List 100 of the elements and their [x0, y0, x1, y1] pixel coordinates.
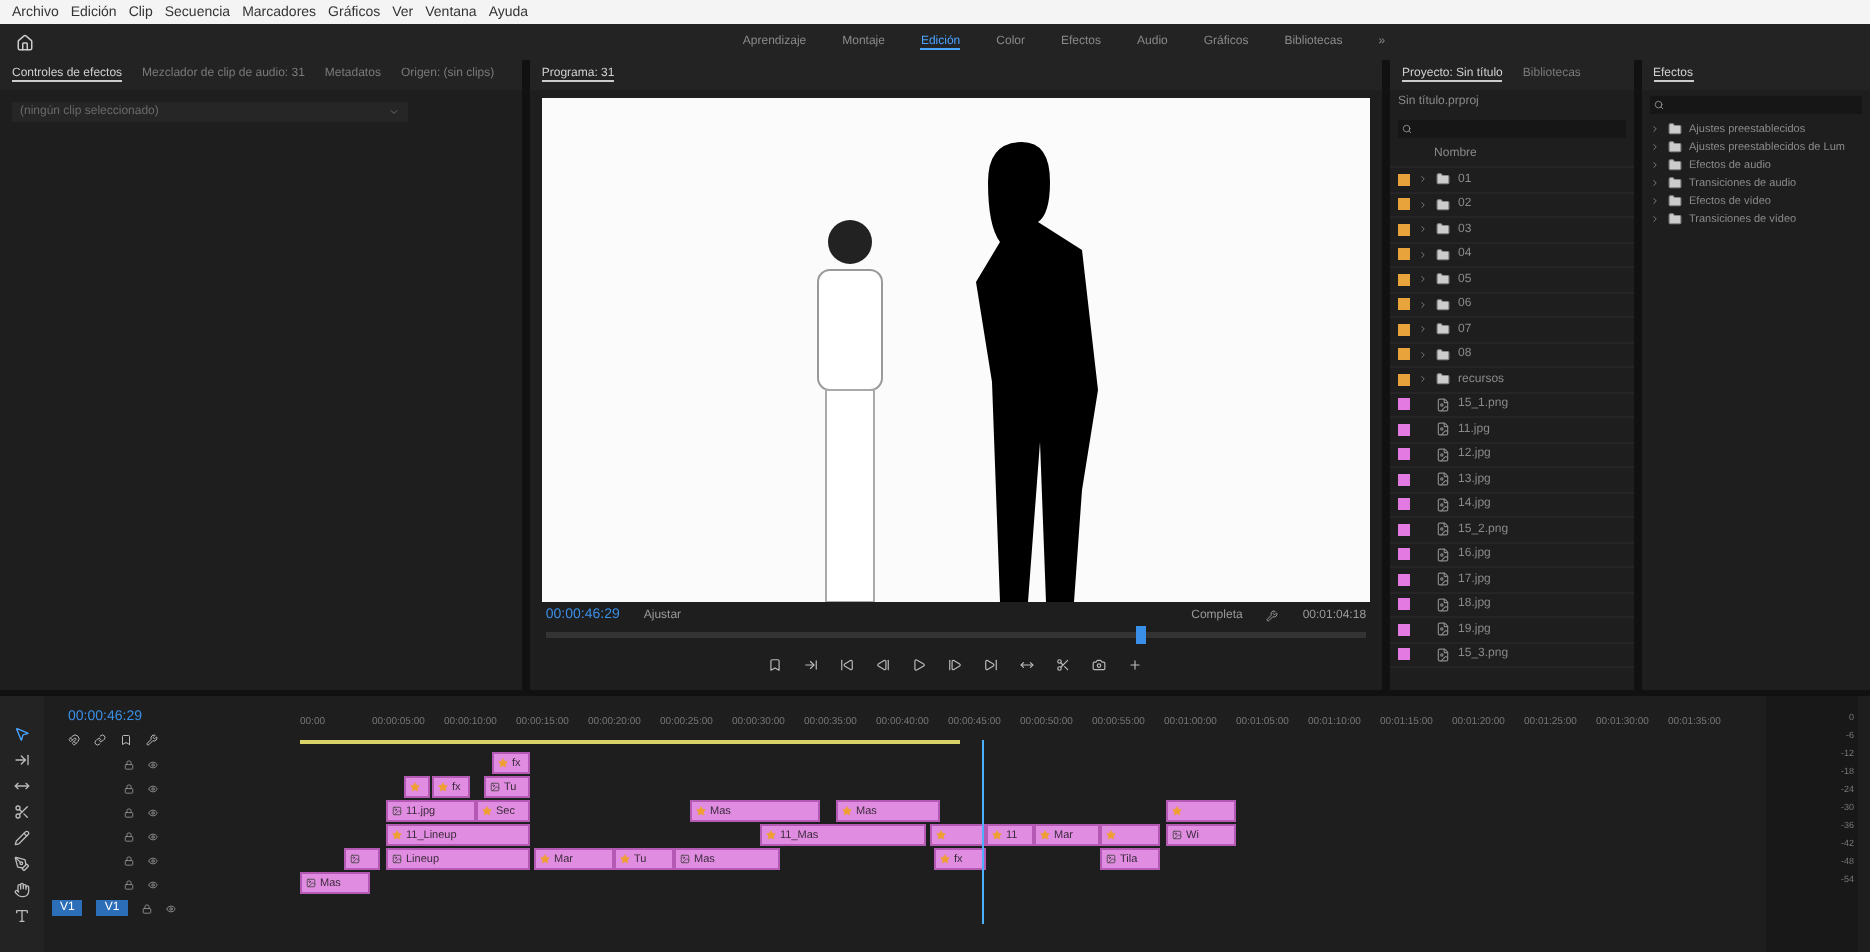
fx-icon — [842, 806, 852, 816]
transport-icon[interactable] — [1056, 658, 1071, 672]
image-file-icon — [1436, 447, 1451, 462]
image-icon — [680, 854, 690, 864]
search-field[interactable] — [1649, 96, 1862, 114]
folder-icon — [1436, 172, 1451, 187]
fx-icon — [438, 782, 448, 792]
chevron-icon[interactable] — [1418, 374, 1429, 385]
chevron-icon[interactable] — [1418, 349, 1429, 360]
image-icon — [490, 782, 500, 792]
image-icon — [350, 854, 360, 864]
transport-icon[interactable] — [768, 658, 783, 672]
chevron-icon[interactable] — [1418, 199, 1429, 210]
folder-icon — [1436, 322, 1451, 337]
folder-icon — [1436, 372, 1451, 387]
transport-icon[interactable] — [1092, 658, 1107, 672]
transport-icon[interactable] — [912, 658, 927, 672]
lock-icon[interactable] — [141, 903, 152, 913]
fx-icon — [1040, 830, 1050, 840]
fx-icon — [1106, 830, 1116, 840]
tool-icon[interactable] — [14, 856, 30, 872]
image-file-icon — [1436, 647, 1451, 662]
lock-icon[interactable] — [124, 879, 134, 889]
image-file-icon — [1436, 597, 1451, 612]
chevron-icon[interactable] — [1418, 324, 1429, 335]
folder-icon — [1436, 247, 1451, 262]
eye-icon[interactable] — [148, 855, 158, 865]
chevron-icon[interactable] — [1418, 299, 1429, 310]
fx-icon — [940, 854, 950, 864]
image-file-icon — [1436, 547, 1451, 562]
lock-icon[interactable] — [124, 855, 134, 865]
fx-icon — [620, 854, 630, 864]
folder-icon — [1667, 122, 1681, 136]
lock-icon[interactable] — [124, 783, 134, 793]
eye-icon[interactable] — [148, 831, 158, 841]
folder-icon — [1436, 222, 1451, 237]
fx-icon — [936, 830, 946, 840]
transport-icon[interactable] — [948, 658, 963, 672]
folder-icon — [1436, 347, 1451, 362]
image-icon — [392, 854, 402, 864]
search-icon — [1402, 123, 1413, 133]
timeline-clip[interactable] — [1100, 824, 1160, 846]
transport-icon[interactable] — [876, 658, 891, 672]
image-file-icon — [1436, 497, 1451, 512]
folder-icon — [1667, 194, 1681, 208]
image-icon — [306, 878, 316, 888]
fx-icon — [540, 854, 550, 864]
fx-icon — [992, 830, 1002, 840]
marker-icon[interactable] — [120, 734, 132, 746]
fx-icon — [1172, 806, 1182, 816]
image-file-icon — [1436, 472, 1451, 487]
eye-icon[interactable] — [148, 807, 158, 817]
fx-icon — [498, 758, 508, 768]
folder-icon — [1667, 176, 1681, 190]
chevron-icon[interactable] — [1418, 274, 1429, 285]
home-icon[interactable] — [16, 33, 34, 51]
lock-icon[interactable] — [124, 807, 134, 817]
timeline-clip[interactable] — [344, 848, 380, 870]
tool-icon[interactable] — [14, 726, 30, 742]
chevron-icon[interactable] — [1418, 174, 1429, 185]
tool-icon[interactable] — [14, 804, 30, 820]
chevron-icon[interactable] — [1418, 224, 1429, 235]
lock-icon[interactable] — [124, 759, 134, 769]
image-file-icon — [1436, 397, 1451, 412]
transport-icon[interactable] — [984, 658, 999, 672]
image-file-icon — [1436, 522, 1451, 537]
eye-icon[interactable] — [165, 903, 176, 913]
fx-icon — [410, 782, 420, 792]
fx-icon — [766, 830, 776, 840]
tool-icon[interactable] — [14, 778, 30, 794]
playhead-thumb[interactable] — [1136, 626, 1147, 644]
timeline-clip[interactable] — [404, 776, 430, 798]
fx-icon — [482, 806, 492, 816]
settings-icon[interactable] — [1266, 609, 1279, 621]
transport-icon[interactable] — [804, 658, 819, 672]
link-icon[interactable] — [94, 734, 106, 746]
chevron-icon[interactable] — [1418, 249, 1429, 260]
eye-icon[interactable] — [148, 783, 158, 793]
image-icon — [392, 806, 402, 816]
tool-icon[interactable] — [14, 882, 30, 898]
transport-icon[interactable] — [1020, 658, 1035, 672]
tool-icon[interactable] — [14, 830, 30, 846]
folder-icon — [1667, 158, 1681, 172]
folder-icon — [1436, 272, 1451, 287]
transport-icon[interactable] — [840, 658, 855, 672]
timeline-clip[interactable] — [930, 824, 986, 846]
search-field[interactable] — [1398, 119, 1625, 137]
fx-icon — [392, 830, 402, 840]
eye-icon[interactable] — [148, 879, 158, 889]
tool-icon[interactable] — [14, 908, 30, 924]
settings-icon[interactable] — [146, 734, 158, 746]
image-icon — [1172, 830, 1182, 840]
lock-icon[interactable] — [124, 831, 134, 841]
folder-icon — [1667, 140, 1681, 154]
transport-icon[interactable] — [1128, 658, 1143, 672]
image-icon — [1106, 854, 1116, 864]
eye-icon[interactable] — [148, 759, 158, 769]
tool-icon[interactable] — [14, 752, 30, 768]
folder-icon — [1667, 212, 1681, 226]
timeline-clip[interactable] — [1166, 800, 1236, 822]
